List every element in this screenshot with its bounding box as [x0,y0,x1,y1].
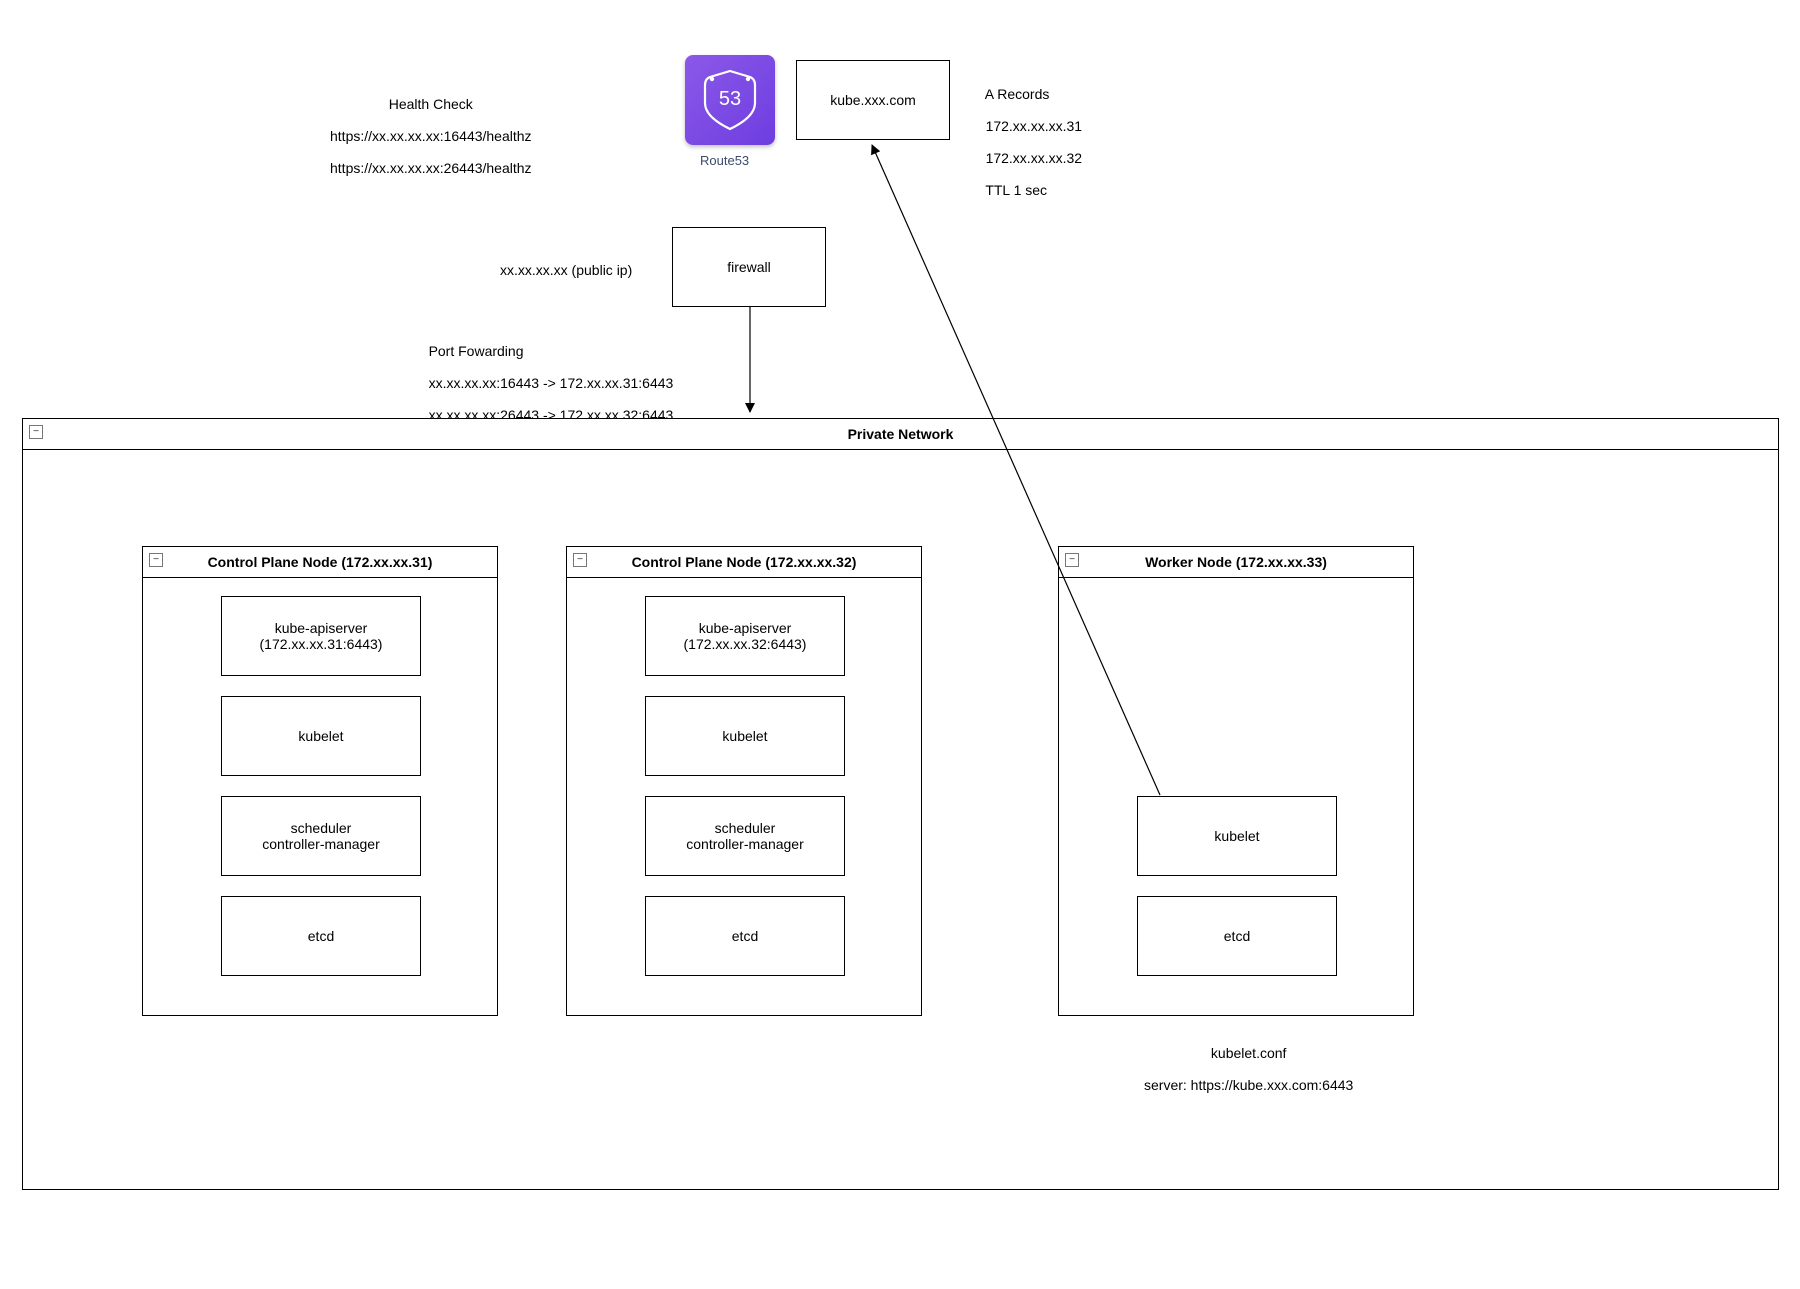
arrow-firewall-to-network [740,307,760,422]
port-forwarding-line-1: xx.xx.xx.xx:16443 -> 172.xx.xx.31:6443 [429,375,674,391]
cp2-kubelet-label: kubelet [722,728,767,744]
collapse-icon[interactable]: − [29,425,43,439]
cp1-etcd-box: etcd [221,896,421,976]
route53-icon: 53 [685,55,775,145]
health-check-line-1: https://xx.xx.xx.xx:16443/healthz [330,128,532,144]
kube-domain-box: kube.xxx.com [796,60,950,140]
health-check-line-2: https://xx.xx.xx.xx:26443/healthz [330,160,532,176]
cp1-sched-l2: controller-manager [262,836,380,852]
firewall-label: firewall [727,259,771,275]
cp2-apiserver-box: kube-apiserver (172.xx.xx.32:6443) [645,596,845,676]
control-plane-1-header: − Control Plane Node (172.xx.xx.31) [143,547,497,578]
cp2-sched-l2: controller-manager [686,836,804,852]
cp2-scheduler-box: scheduler controller-manager [645,796,845,876]
firewall-box: firewall [672,227,826,307]
cp1-apiserver-l1: kube-apiserver [275,620,368,636]
worker-etcd-label: etcd [1224,928,1250,944]
control-plane-1-group: − Control Plane Node (172.xx.xx.31) kube… [142,546,498,1016]
cp2-etcd-box: etcd [645,896,845,976]
cp1-scheduler-box: scheduler controller-manager [221,796,421,876]
control-plane-2-title: Control Plane Node (172.xx.xx.32) [632,554,857,570]
cp2-etcd-label: etcd [732,928,758,944]
health-check-text: Health Check https://xx.xx.xx.xx:16443/h… [283,80,563,192]
cp1-sched-l1: scheduler [291,820,352,836]
diagram-canvas: Health Check https://xx.xx.xx.xx:16443/h… [0,0,1800,1289]
health-check-title: Health Check [389,96,473,112]
cp1-kubelet-box: kubelet [221,696,421,776]
cp2-apiserver-l1: kube-apiserver [699,620,792,636]
worker-kubelet-label: kubelet [1214,828,1259,844]
cp1-kubelet-label: kubelet [298,728,343,744]
cp1-etcd-label: etcd [308,928,334,944]
arrow-kubelet-to-kubedomain [860,135,1260,800]
cp2-apiserver-l2: (172.xx.xx.32:6443) [684,636,807,652]
worker-footer-l2: server: https://kube.xxx.com:6443 [1144,1077,1353,1093]
route53-label: Route53 [700,153,749,168]
cp2-kubelet-box: kubelet [645,696,845,776]
worker-kubelet-box: kubelet [1137,796,1337,876]
public-ip-label: xx.xx.xx.xx (public ip) [500,262,632,278]
cp1-apiserver-box: kube-apiserver (172.xx.xx.31:6443) [221,596,421,676]
worker-footer-l1: kubelet.conf [1211,1045,1287,1061]
collapse-icon[interactable]: − [573,553,587,567]
route53-badge-number: 53 [719,88,741,110]
kube-domain-label: kube.xxx.com [830,92,916,108]
worker-etcd-box: etcd [1137,896,1337,976]
a-records-title: A Records [985,86,1050,102]
control-plane-1-title: Control Plane Node (172.xx.xx.31) [208,554,433,570]
collapse-icon[interactable]: − [149,553,163,567]
port-forwarding-title: Port Fowarding [429,343,524,359]
a-records-line-1: 172.xx.xx.xx.31 [986,118,1083,134]
cp1-apiserver-l2: (172.xx.xx.31:6443) [260,636,383,652]
worker-footer-text: kubelet.conf server: https://kube.xxx.co… [1097,1029,1377,1109]
cp2-sched-l1: scheduler [715,820,776,836]
